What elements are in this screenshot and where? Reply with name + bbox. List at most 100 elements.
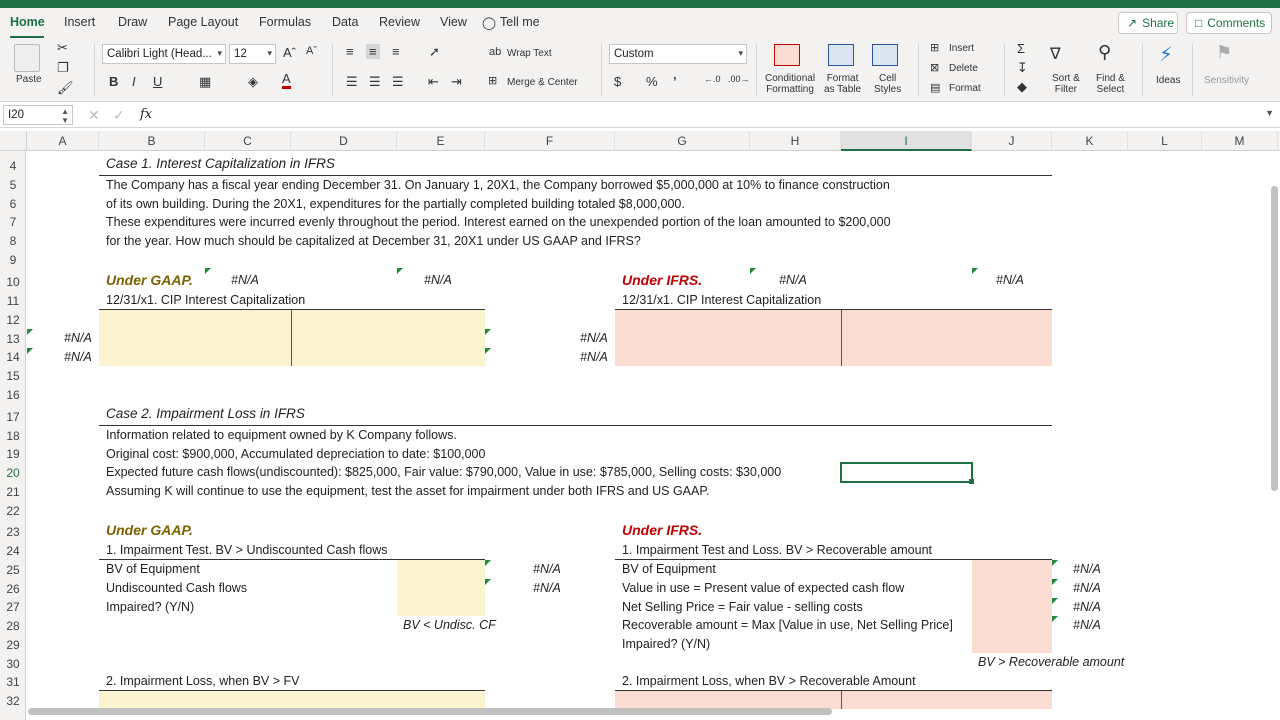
col-header-F[interactable]: F: [485, 131, 615, 151]
row-header[interactable]: 9: [0, 253, 26, 267]
currency-icon[interactable]: $: [614, 74, 621, 89]
selected-cell-I20[interactable]: [840, 462, 973, 483]
align-bottom-icon[interactable]: ≡: [392, 44, 400, 59]
row-header[interactable]: 28: [0, 619, 26, 633]
tab-review[interactable]: Review: [379, 15, 420, 29]
name-box-stepper-icon[interactable]: ▲ ▼: [61, 107, 69, 125]
orientation-icon[interactable]: ➚: [429, 44, 440, 60]
expand-formula-icon[interactable]: ▼: [1265, 108, 1274, 118]
col-header-I[interactable]: I: [841, 131, 972, 151]
clear-icon[interactable]: ◆: [1017, 79, 1027, 95]
decrease-indent-icon[interactable]: ⇤: [428, 74, 439, 90]
ideas-button[interactable]: Ideas: [1156, 75, 1180, 86]
format-cells-button[interactable]: Format: [949, 83, 981, 94]
col-header-A[interactable]: A: [27, 131, 99, 151]
paste-button[interactable]: Paste: [16, 74, 42, 85]
autosum-icon[interactable]: Σ: [1017, 41, 1025, 56]
row-header[interactable]: 7: [0, 215, 26, 229]
tab-draw[interactable]: Draw: [118, 15, 147, 29]
row-header[interactable]: 17: [0, 410, 26, 424]
font-size-select[interactable]: 12 ▾: [229, 44, 276, 64]
row-header[interactable]: 30: [0, 657, 26, 671]
row-header[interactable]: 22: [0, 504, 26, 518]
tab-home[interactable]: Home: [10, 15, 45, 29]
tab-formulas[interactable]: Formulas: [259, 15, 311, 29]
merge-center-button[interactable]: Merge & Center: [507, 77, 578, 88]
insert-cells-button[interactable]: Insert: [949, 43, 974, 54]
format-painter-icon[interactable]: 🖌: [57, 80, 74, 96]
name-box[interactable]: I20 ▲ ▼: [3, 105, 73, 125]
vertical-scrollbar[interactable]: [1271, 186, 1278, 491]
col-header-H[interactable]: H: [750, 131, 841, 151]
align-middle-icon[interactable]: ≡: [366, 44, 380, 59]
select-all-corner[interactable]: [0, 131, 27, 151]
align-top-icon[interactable]: ≡: [346, 44, 354, 59]
col-header-L[interactable]: L: [1128, 131, 1202, 151]
col-header-M[interactable]: M: [1202, 131, 1278, 151]
row-header[interactable]: 32: [0, 694, 26, 708]
ifrs-loss-input[interactable]: [615, 691, 1052, 709]
sort-filter-button[interactable]: Sort & Filter: [1052, 73, 1080, 95]
increase-indent-icon[interactable]: ⇥: [451, 74, 462, 90]
row-header[interactable]: 11: [0, 294, 26, 308]
align-left-icon[interactable]: ☰: [346, 74, 358, 90]
row-header[interactable]: 20: [0, 466, 26, 480]
col-header-G[interactable]: G: [615, 131, 750, 151]
cell-styles-button[interactable]: Cell Styles: [874, 73, 901, 95]
ifrs-test-input[interactable]: [972, 560, 1052, 653]
increase-font-icon[interactable]: Aˆ: [283, 45, 296, 60]
gaap-t-account[interactable]: [99, 310, 485, 366]
tell-me[interactable]: Tell me: [500, 15, 540, 29]
horizontal-scrollbar[interactable]: [28, 708, 832, 715]
row-header[interactable]: 4: [0, 159, 26, 173]
row-header[interactable]: 10: [0, 275, 26, 289]
row-header[interactable]: 16: [0, 388, 26, 402]
col-header-B[interactable]: B: [99, 131, 205, 151]
comma-style-icon[interactable]: ’: [673, 74, 677, 89]
insert-function-icon[interactable]: fx: [140, 107, 152, 122]
row-header[interactable]: 13: [0, 332, 26, 346]
tab-view[interactable]: View: [440, 15, 467, 29]
copy-icon[interactable]: ❐: [57, 60, 69, 76]
delete-cells-button[interactable]: Delete: [949, 63, 978, 74]
formula-input[interactable]: [162, 105, 1262, 125]
tab-insert[interactable]: Insert: [64, 15, 95, 29]
col-header-D[interactable]: D: [291, 131, 397, 151]
align-right-icon[interactable]: ☰: [392, 74, 404, 90]
row-header[interactable]: 19: [0, 447, 26, 461]
col-header-C[interactable]: C: [205, 131, 291, 151]
row-header[interactable]: 14: [0, 350, 26, 364]
row-header[interactable]: 15: [0, 369, 26, 383]
decrease-decimal-icon[interactable]: .00→: [728, 74, 750, 84]
row-header[interactable]: 27: [0, 600, 26, 614]
col-header-J[interactable]: J: [972, 131, 1052, 151]
row-header[interactable]: 25: [0, 563, 26, 577]
row-header[interactable]: 24: [0, 544, 26, 558]
font-name-select[interactable]: Calibri Light (Head... ▾: [102, 44, 226, 64]
underline-icon[interactable]: U: [153, 74, 162, 89]
wrap-text-button[interactable]: Wrap Text: [507, 48, 552, 59]
row-header[interactable]: 8: [0, 234, 26, 248]
fill-handle[interactable]: [969, 479, 974, 484]
decrease-font-icon[interactable]: Aˇ: [306, 45, 317, 57]
conditional-formatting-button[interactable]: Conditional Formatting: [765, 73, 815, 95]
find-select-button[interactable]: Find & Select: [1096, 73, 1125, 95]
enter-icon[interactable]: ✓: [113, 107, 125, 124]
align-center-icon[interactable]: ☰: [369, 74, 381, 90]
tab-data[interactable]: Data: [332, 15, 358, 29]
comments-button[interactable]: □ Comments: [1186, 12, 1272, 34]
col-header-K[interactable]: K: [1052, 131, 1128, 151]
row-header[interactable]: 31: [0, 675, 26, 689]
row-header[interactable]: 5: [0, 178, 26, 192]
col-header-E[interactable]: E: [397, 131, 485, 151]
increase-decimal-icon[interactable]: ←.0: [704, 74, 721, 84]
bold-icon[interactable]: B: [109, 74, 118, 89]
italic-icon[interactable]: I: [132, 74, 136, 89]
share-button[interactable]: ↗ Share: [1118, 12, 1178, 34]
fill-color-icon[interactable]: ◈: [248, 74, 258, 90]
tab-page-layout[interactable]: Page Layout: [168, 15, 238, 29]
fill-icon[interactable]: ↧: [1017, 60, 1028, 76]
gaap-test-input[interactable]: [397, 560, 485, 616]
paste-icon[interactable]: [14, 44, 40, 72]
gaap-loss-input[interactable]: [99, 691, 485, 709]
